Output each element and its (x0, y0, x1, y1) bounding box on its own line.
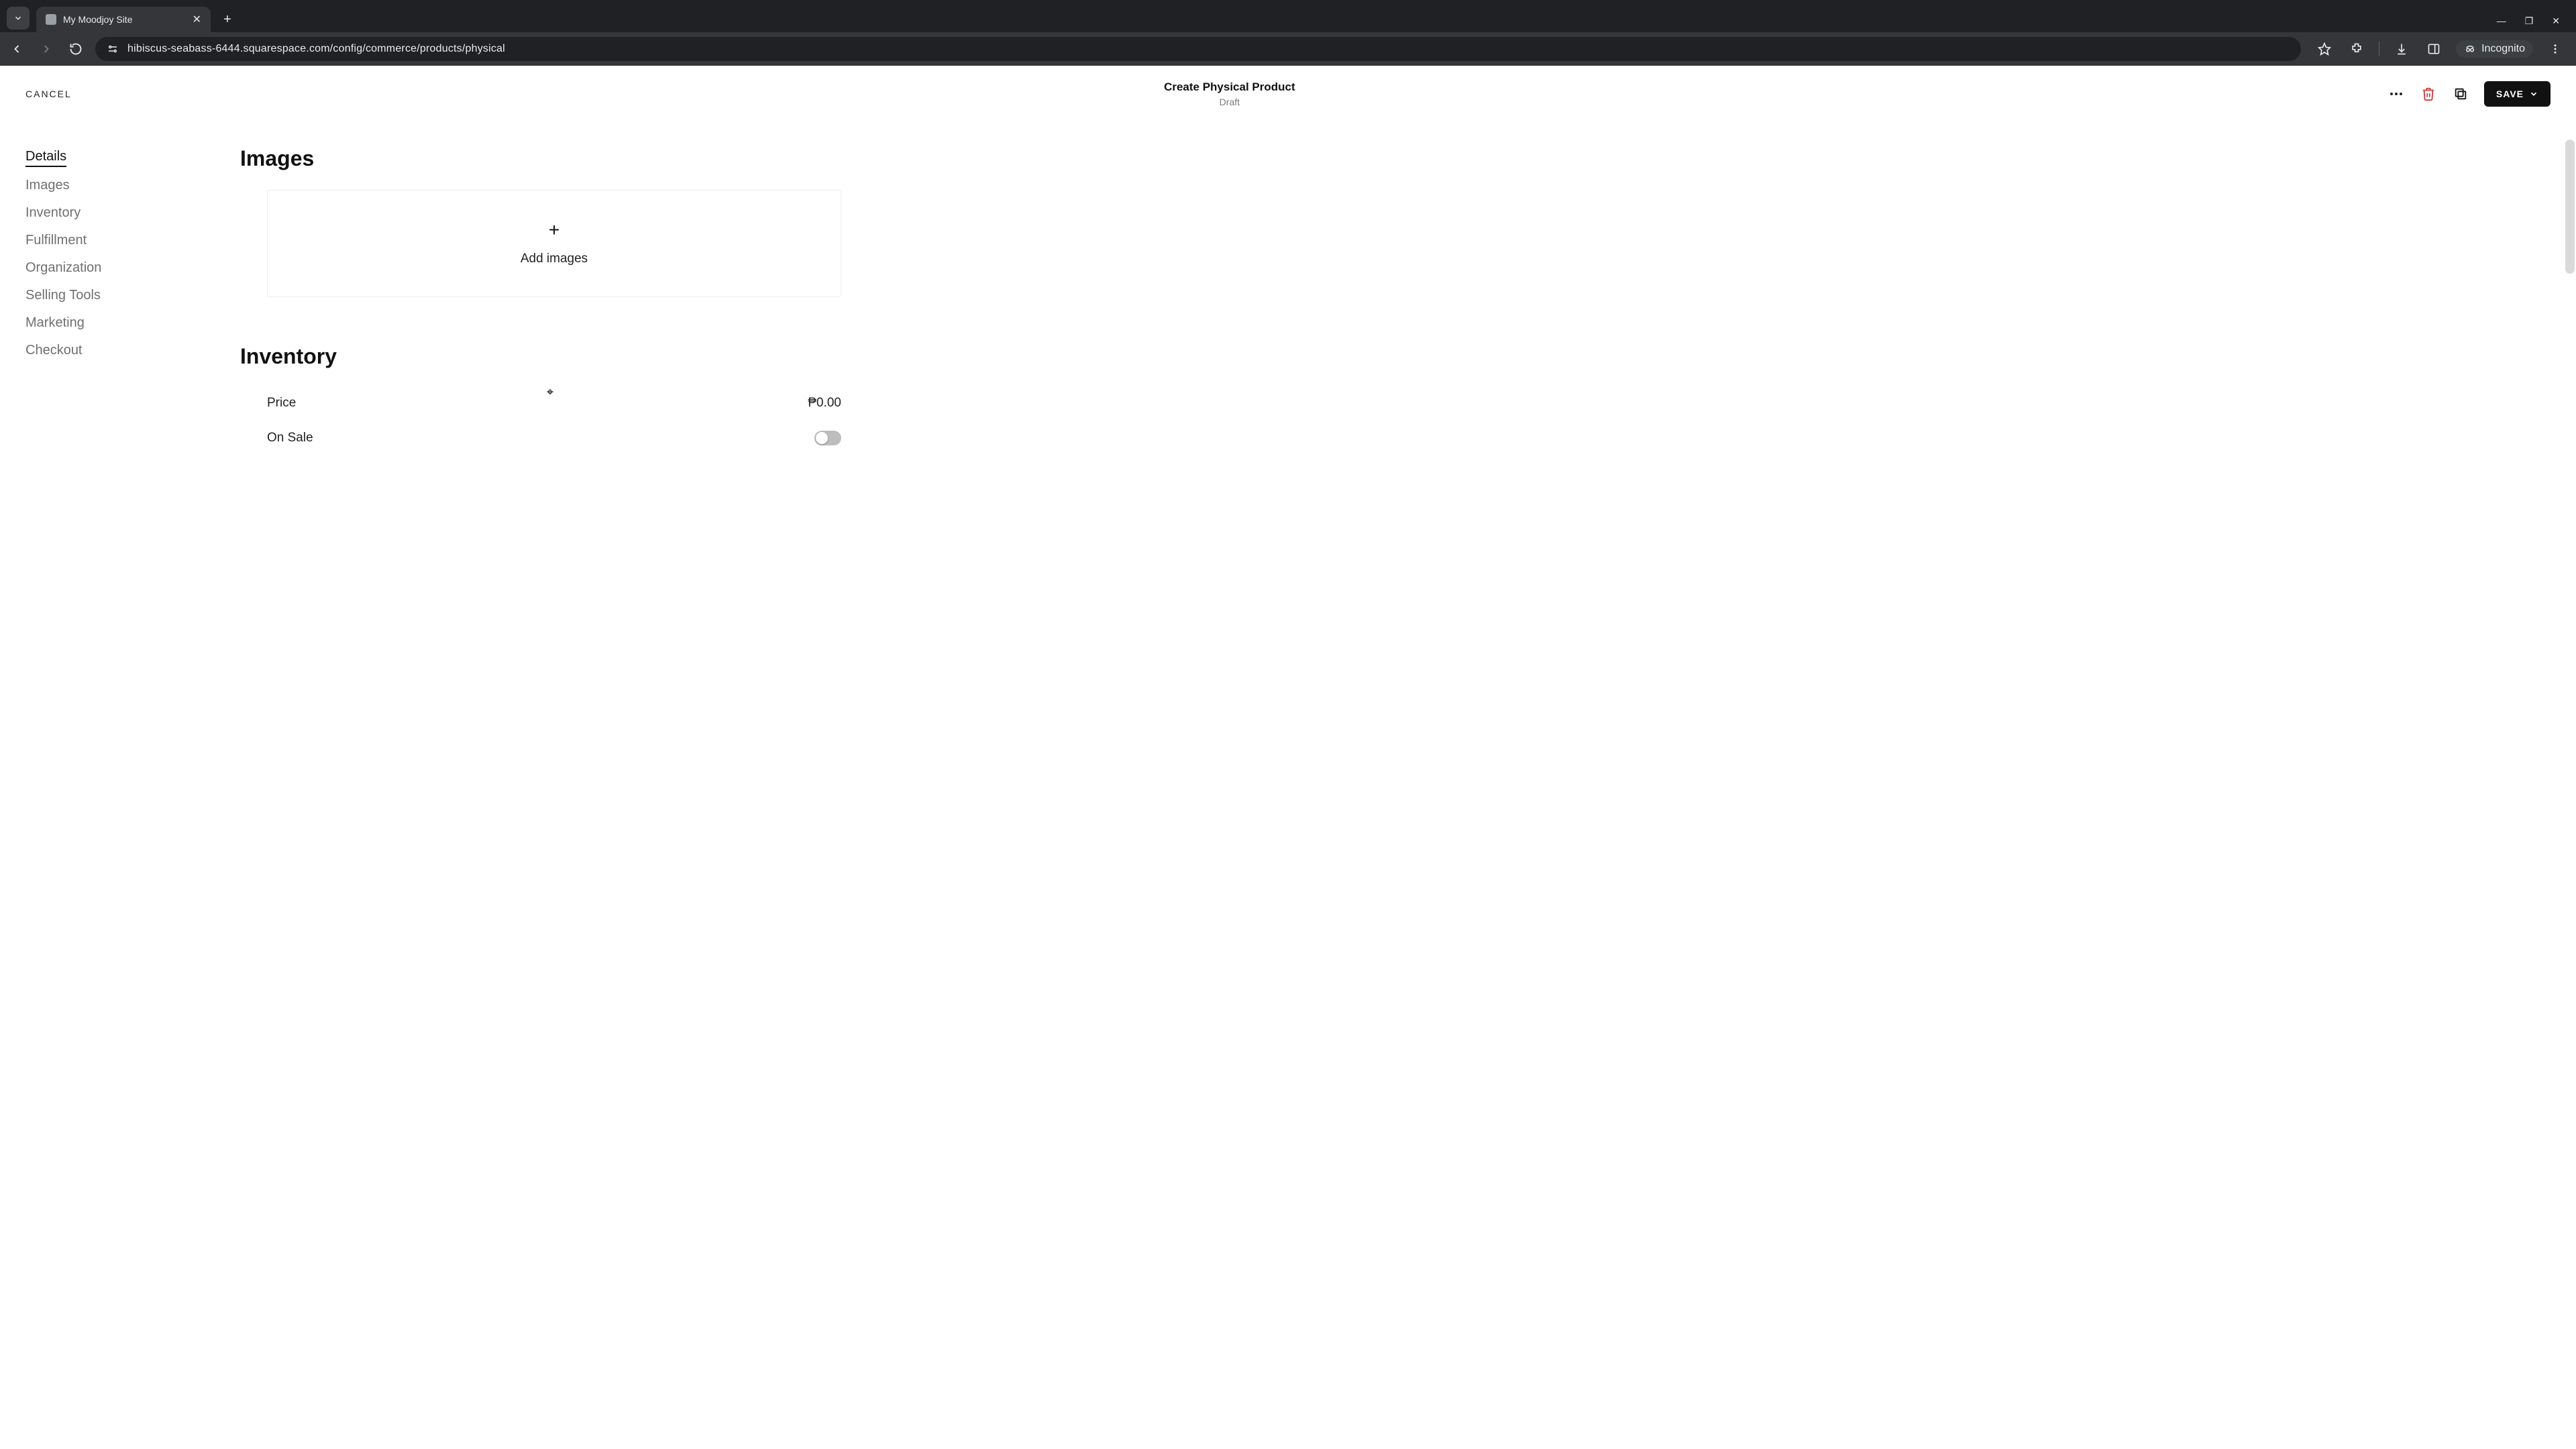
inventory-heading: Inventory (240, 344, 857, 369)
chevron-down-icon (2529, 89, 2538, 99)
duplicate-button[interactable] (2452, 85, 2469, 103)
browser-toolbar: hibiscus-seabass-6444.squarespace.com/co… (0, 32, 2576, 66)
sidepanel-button[interactable] (2424, 39, 2444, 59)
sidebar-item-details[interactable]: Details (25, 148, 66, 167)
forward-button[interactable] (36, 39, 56, 59)
incognito-label: Incognito (2481, 43, 2525, 55)
images-heading: Images (240, 146, 857, 171)
browser-chrome: My Moodjoy Site ✕ + — ❐ ✕ hibiscus-seaba… (0, 0, 2576, 66)
sidebar-item-organization[interactable]: Organization (25, 259, 101, 277)
site-info-icon[interactable] (106, 42, 119, 56)
browser-tab[interactable]: My Moodjoy Site ✕ (36, 7, 211, 32)
tab-title: My Moodjoy Site (63, 14, 186, 25)
add-images-dropzone[interactable]: + Add images (267, 190, 841, 297)
price-label: Price (267, 396, 296, 411)
header-actions: SAVE (2387, 81, 2551, 107)
on-sale-row: On Sale (267, 431, 841, 445)
save-button[interactable]: SAVE (2484, 81, 2551, 107)
editor-body: Details Images Inventory Fulfillment Org… (0, 114, 2576, 1449)
bookmark-button[interactable] (2314, 39, 2334, 59)
sidebar-item-inventory[interactable]: Inventory (25, 204, 80, 222)
price-row[interactable]: Price ₱0.00 (267, 396, 841, 411)
favicon-icon (46, 14, 56, 25)
more-options-button[interactable] (2387, 85, 2405, 103)
window-controls: — ❐ ✕ (2497, 15, 2569, 27)
toolbar-actions: Incognito (2310, 39, 2569, 59)
add-images-label: Add images (521, 252, 588, 266)
vertical-scrollbar[interactable] (2565, 140, 2575, 274)
tab-strip: My Moodjoy Site ✕ + — ❐ ✕ (0, 0, 2576, 32)
price-value: ₱0.00 (808, 396, 841, 411)
header-title-block: Create Physical Product Draft (72, 80, 2387, 107)
sidebar-item-marketing[interactable]: Marketing (25, 314, 85, 332)
on-sale-label: On Sale (267, 431, 313, 445)
plus-icon: + (549, 221, 559, 239)
url-text: hibiscus-seabass-6444.squarespace.com/co… (127, 43, 505, 55)
incognito-indicator[interactable]: Incognito (2456, 40, 2533, 58)
toggle-knob (816, 432, 828, 444)
on-sale-toggle[interactable] (814, 431, 841, 445)
sidebar-item-checkout[interactable]: Checkout (25, 341, 83, 360)
section-nav: Details Images Inventory Fulfillment Org… (25, 130, 240, 1449)
extensions-button[interactable] (2347, 39, 2367, 59)
tab-search-button[interactable] (7, 7, 30, 30)
page-content: CANCEL Create Physical Product Draft SAV… (0, 66, 2576, 1449)
downloads-button[interactable] (2392, 39, 2412, 59)
sidebar-item-selling-tools[interactable]: Selling Tools (25, 286, 101, 305)
close-window-button[interactable]: ✕ (2552, 15, 2560, 27)
cancel-button[interactable]: CANCEL (25, 89, 72, 99)
tab-close-button[interactable]: ✕ (193, 13, 201, 26)
main-panel: Images + Add images Inventory Price ₱0.0… (240, 130, 898, 1449)
minimize-button[interactable]: — (2497, 15, 2506, 27)
address-bar[interactable]: hibiscus-seabass-6444.squarespace.com/co… (95, 37, 2301, 61)
reload-button[interactable] (66, 39, 86, 59)
new-tab-button[interactable]: + (217, 9, 237, 30)
page-subtitle: Draft (72, 97, 2387, 107)
incognito-icon (2464, 43, 2476, 55)
back-button[interactable] (7, 39, 27, 59)
delete-button[interactable] (2420, 85, 2437, 103)
chrome-menu-button[interactable] (2545, 39, 2565, 59)
sidebar-item-fulfillment[interactable]: Fulfillment (25, 231, 87, 250)
sidebar-item-images[interactable]: Images (25, 176, 70, 195)
inventory-rows: Price ₱0.00 On Sale (267, 396, 841, 445)
save-button-label: SAVE (2496, 89, 2524, 99)
page-title: Create Physical Product (72, 80, 2387, 94)
editor-header: CANCEL Create Physical Product Draft SAV… (0, 66, 2576, 114)
maximize-button[interactable]: ❐ (2525, 15, 2534, 27)
